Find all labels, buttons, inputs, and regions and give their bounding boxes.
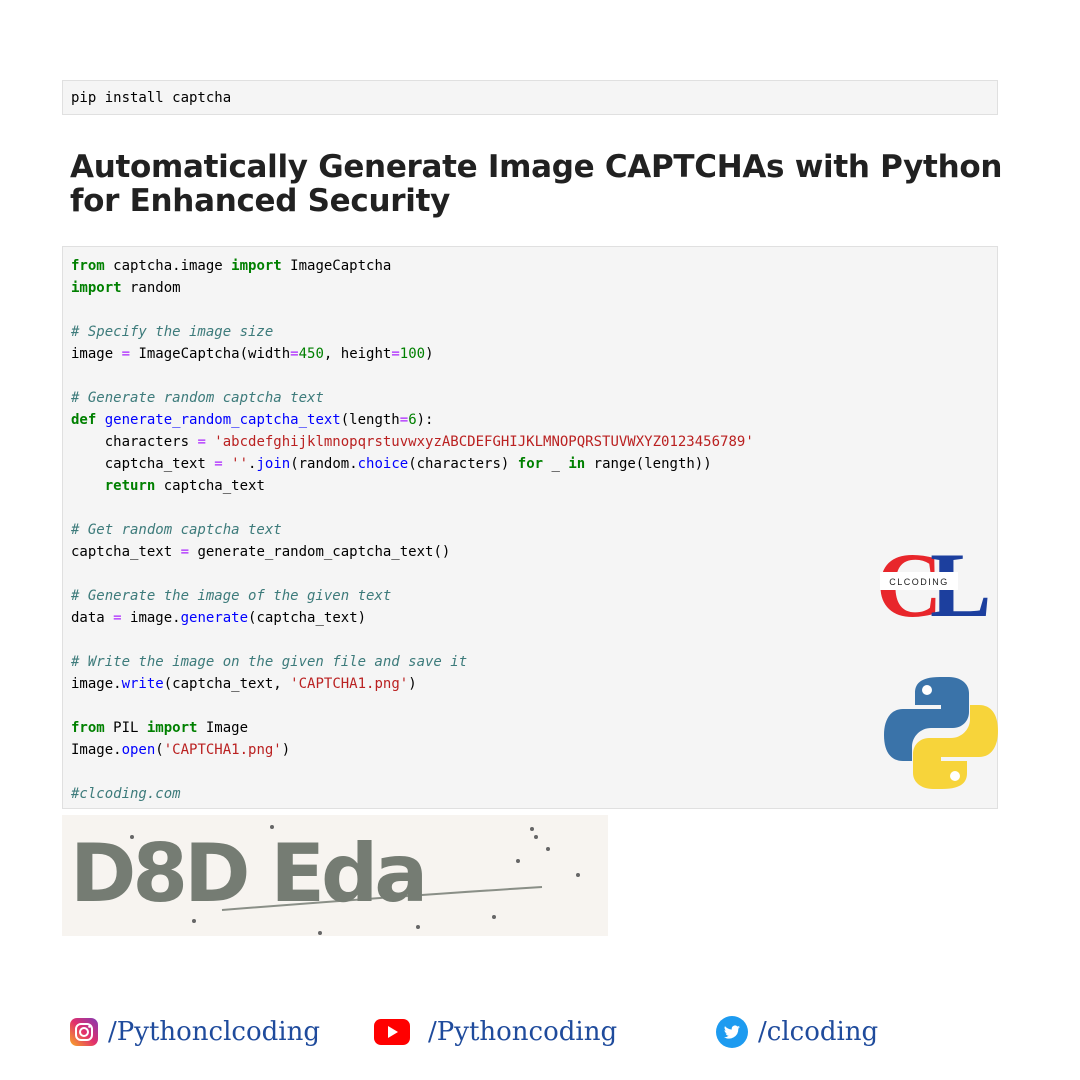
code-line-9: return captcha_text (104, 478, 265, 494)
code-line-7: characters = 'abcdefghijklmnopqrstuvwxyz… (71, 434, 754, 450)
page-title: Automatically Generate Image CAPTCHAs wi… (70, 149, 1003, 219)
clcoding-logo-text: CLCODING (889, 577, 949, 587)
pip-code-cell[interactable]: pip install captcha (62, 80, 998, 115)
youtube-handle: /Pythoncoding (428, 1017, 618, 1047)
twitter-handle: /clcoding (758, 1017, 879, 1047)
code-comment-6: #clcoding.com (71, 786, 181, 802)
code-line-11: captcha_text = generate_random_captcha_t… (71, 544, 451, 560)
code-line-17: Image.open('CAPTCHA1.png') (71, 742, 291, 758)
instagram-icon (70, 1018, 98, 1046)
code-comment-5: # Write the image on the given file and … (71, 654, 468, 670)
code-line-2: import random (71, 280, 181, 296)
code-comment-1: # Specify the image size (71, 324, 274, 340)
code-line-8: captcha_text = ''.join(random.choice(cha… (71, 456, 712, 472)
clcoding-logo: C L CLCODING (876, 542, 991, 620)
youtube-icon (374, 1019, 410, 1045)
code-comment-2: # Generate random captcha text (71, 390, 324, 406)
code-line-15: image.write(captcha_text, 'CAPTCHA1.png'… (71, 676, 417, 692)
instagram-link[interactable]: /Pythonclcoding (70, 1012, 320, 1052)
code-line-6: def generate_random_captcha_text(length=… (71, 412, 434, 428)
code-line-16: from PIL import Image (71, 720, 249, 736)
youtube-link[interactable]: /Pythoncoding (374, 1012, 617, 1052)
twitter-icon (716, 1016, 748, 1048)
twitter-link[interactable]: /clcoding (716, 1012, 878, 1052)
pip-code-text: pip install captcha (71, 90, 232, 106)
instagram-handle: /Pythonclcoding (108, 1017, 320, 1047)
code-line-1: from captcha.image import ImageCaptcha (71, 258, 392, 274)
captcha-output-image: D8D Eda (62, 815, 608, 936)
code-block: from captcha.image import ImageCaptcha i… (63, 247, 997, 813)
python-logo (884, 677, 998, 789)
code-comment-4: # Generate the image of the given text (71, 588, 392, 604)
code-comment-3: # Get random captcha text (71, 522, 282, 538)
code-cell[interactable]: from captcha.image import ImageCaptcha i… (62, 246, 998, 809)
captcha-text: D8D Eda (70, 827, 428, 920)
code-line-4: image = ImageCaptcha(width=450, height=1… (71, 346, 434, 362)
code-line-13: data = image.generate(captcha_text) (71, 610, 367, 626)
